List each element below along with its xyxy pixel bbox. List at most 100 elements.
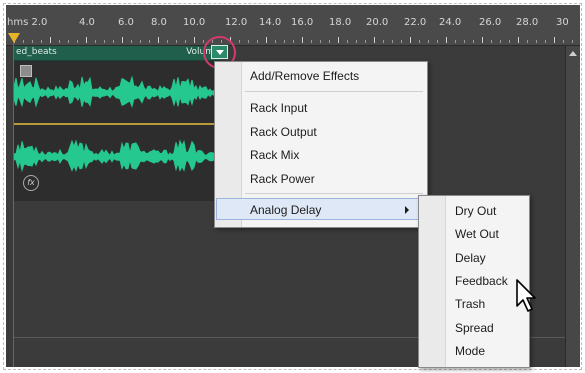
ruler-minor-tick — [491, 40, 492, 43]
waveform-channel-left — [14, 61, 220, 125]
track-name: ed_beats — [16, 47, 57, 57]
submenu-item-trash[interactable]: Trash — [455, 297, 485, 311]
ruler-minor-tick — [257, 40, 258, 43]
ruler-minor-tick — [509, 40, 510, 43]
time-ruler[interactable]: hms 2.0 4.0 6.0 8.0 10.0 12.0 14.0 16.0 … — [6, 5, 580, 46]
ruler-major-tick — [482, 37, 483, 43]
ruler-label: 10.0 — [183, 17, 206, 28]
submenu-item-mode[interactable]: Mode — [455, 344, 485, 358]
ruler-minor-tick — [77, 40, 78, 43]
submenu-arrow-icon — [405, 206, 409, 214]
menu-separator — [245, 193, 423, 194]
submenu-gutter — [419, 196, 446, 367]
analog-delay-submenu: Dry Out Wet Out Delay Feedback Trash Spr… — [418, 195, 530, 368]
submenu-item-wet-out[interactable]: Wet Out — [455, 227, 499, 241]
menu-item-rack-output[interactable]: Rack Output — [250, 125, 317, 139]
submenu-item-feedback[interactable]: Feedback — [455, 274, 508, 288]
ruler-minor-tick — [455, 40, 456, 43]
ruler-minor-tick — [149, 40, 150, 43]
ruler-major-tick — [194, 37, 195, 43]
playhead-marker-icon[interactable] — [8, 33, 20, 43]
ruler-label: 20.0 — [366, 17, 389, 28]
ruler-label: 8.0 — [151, 17, 167, 28]
ruler-minor-tick — [275, 40, 276, 43]
ruler-minor-tick — [203, 40, 204, 43]
ruler-minor-tick — [329, 40, 330, 43]
ruler-label: 16.0 — [291, 17, 314, 28]
ruler-minor-tick — [401, 40, 402, 43]
submenu-item-delay[interactable]: Delay — [455, 251, 486, 265]
ruler-minor-tick — [311, 40, 312, 43]
waveform-right — [14, 139, 220, 173]
ruler-major-tick — [446, 37, 447, 43]
submenu-item-spread[interactable]: Spread — [455, 321, 494, 335]
menu-item-rack-power[interactable]: Rack Power — [250, 172, 315, 186]
ruler-label: 6.0 — [118, 17, 134, 28]
ruler-minor-tick — [383, 40, 384, 43]
ruler-major-tick — [374, 37, 375, 43]
scroll-up-icon[interactable] — [569, 51, 577, 56]
ruler-minor-tick — [392, 40, 393, 43]
ruler-minor-tick — [365, 40, 366, 43]
dropdown-triangle-icon[interactable] — [211, 45, 228, 59]
ruler-minor-tick — [464, 40, 465, 43]
menu-item-rack-mix[interactable]: Rack Mix — [250, 148, 299, 162]
ruler-minor-tick — [320, 40, 321, 43]
ruler-label: hms 2.0 — [7, 17, 48, 28]
ruler-minor-tick — [167, 40, 168, 43]
ruler-minor-tick — [131, 40, 132, 43]
ruler-label: 30 — [556, 17, 569, 28]
ruler-minor-tick — [95, 40, 96, 43]
ruler-major-tick — [554, 37, 555, 43]
ruler-major-tick — [86, 37, 87, 43]
ruler-minor-tick — [248, 40, 249, 43]
ruler-major-tick — [266, 37, 267, 43]
menu-item-analog-delay[interactable]: Analog Delay — [250, 203, 321, 217]
ruler-minor-tick — [572, 40, 573, 43]
fx-icon[interactable]: fx — [23, 175, 39, 191]
ruler-major-tick — [338, 37, 339, 43]
mouse-pointer-icon — [516, 279, 536, 312]
ruler-minor-tick — [536, 40, 537, 43]
ruler-minor-tick — [32, 40, 33, 43]
ruler-label: 28.0 — [516, 17, 539, 28]
ruler-minor-tick — [23, 40, 24, 43]
ruler-minor-tick — [356, 40, 357, 43]
ruler-label: 12.0 — [225, 17, 248, 28]
ruler-major-tick — [122, 37, 123, 43]
track-header[interactable]: ed_beats Volum — [14, 46, 220, 61]
context-menu: Add/Remove Effects Rack Input Rack Outpu… — [214, 61, 428, 228]
ruler-label: 24.0 — [439, 17, 462, 28]
vertical-scrollbar[interactable] — [565, 46, 580, 367]
ruler-minor-tick — [140, 40, 141, 43]
menu-item-rack-input[interactable]: Rack Input — [250, 101, 307, 115]
ruler-minor-tick — [545, 40, 546, 43]
menu-separator — [245, 91, 423, 92]
ruler-minor-tick — [563, 40, 564, 43]
ruler-minor-tick — [68, 40, 69, 43]
ruler-minor-tick — [473, 40, 474, 43]
ruler-minor-tick — [59, 40, 60, 43]
ruler-major-tick — [410, 37, 411, 43]
ruler-label: 22.0 — [404, 17, 427, 28]
ruler-major-tick — [158, 37, 159, 43]
ruler-minor-tick — [347, 40, 348, 43]
menu-item-add-remove-effects[interactable]: Add/Remove Effects — [250, 69, 359, 83]
ruler-label: 18.0 — [329, 17, 352, 28]
ruler-minor-tick — [113, 40, 114, 43]
ruler-minor-tick — [41, 40, 42, 43]
ruler-minor-tick — [419, 40, 420, 43]
ruler-minor-tick — [176, 40, 177, 43]
waveform-left — [14, 75, 220, 108]
ruler-minor-tick — [527, 40, 528, 43]
waveform-channel-right — [14, 125, 220, 201]
ruler-label: 4.0 — [79, 17, 95, 28]
ruler-minor-tick — [500, 40, 501, 43]
ruler-minor-tick — [428, 40, 429, 43]
audio-clip[interactable]: fx — [14, 61, 220, 201]
ruler-minor-tick — [284, 40, 285, 43]
ruler-major-tick — [302, 37, 303, 43]
ruler-major-tick — [518, 37, 519, 43]
ruler-minor-tick — [104, 40, 105, 43]
submenu-item-dry-out[interactable]: Dry Out — [455, 204, 496, 218]
